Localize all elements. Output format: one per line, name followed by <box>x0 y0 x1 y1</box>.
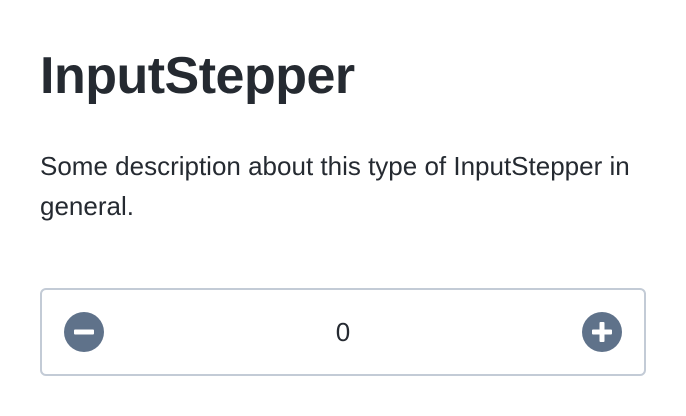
input-stepper <box>40 288 646 376</box>
plus-circle-icon <box>582 312 622 352</box>
minus-circle-icon <box>64 312 104 352</box>
page-description: Some description about this type of Inpu… <box>40 151 630 221</box>
decrement-button[interactable] <box>62 310 106 354</box>
stepper-value-input[interactable] <box>142 310 544 354</box>
page-title: InputStepper <box>40 47 355 105</box>
increment-button[interactable] <box>580 310 624 354</box>
